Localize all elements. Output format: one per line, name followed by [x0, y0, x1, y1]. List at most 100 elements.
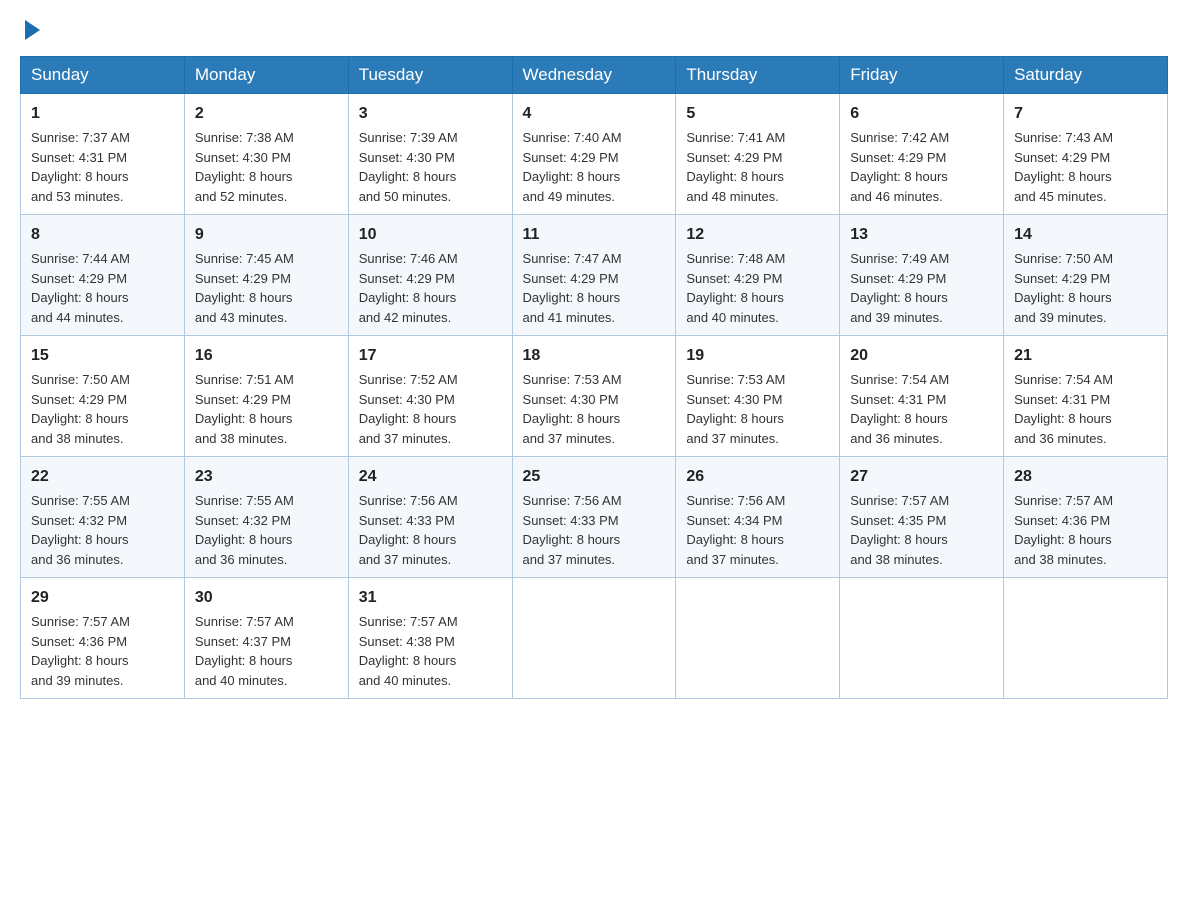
- calendar-week-row: 22 Sunrise: 7:55 AM Sunset: 4:32 PM Dayl…: [21, 457, 1168, 578]
- day-daylight: Daylight: 8 hours and 52 minutes.: [195, 169, 293, 204]
- calendar-cell: [676, 578, 840, 699]
- calendar-cell: 2 Sunrise: 7:38 AM Sunset: 4:30 PM Dayli…: [184, 94, 348, 215]
- header-tuesday: Tuesday: [348, 57, 512, 94]
- day-sunset: Sunset: 4:32 PM: [31, 513, 127, 528]
- day-number: 13: [850, 223, 993, 247]
- day-sunrise: Sunrise: 7:43 AM: [1014, 130, 1113, 145]
- calendar-cell: 7 Sunrise: 7:43 AM Sunset: 4:29 PM Dayli…: [1004, 94, 1168, 215]
- day-sunset: Sunset: 4:36 PM: [1014, 513, 1110, 528]
- day-sunrise: Sunrise: 7:54 AM: [1014, 372, 1113, 387]
- calendar-cell: 14 Sunrise: 7:50 AM Sunset: 4:29 PM Dayl…: [1004, 215, 1168, 336]
- day-daylight: Daylight: 8 hours and 39 minutes.: [850, 290, 948, 325]
- calendar-cell: 10 Sunrise: 7:46 AM Sunset: 4:29 PM Dayl…: [348, 215, 512, 336]
- header-friday: Friday: [840, 57, 1004, 94]
- calendar-cell: [1004, 578, 1168, 699]
- calendar-cell: 9 Sunrise: 7:45 AM Sunset: 4:29 PM Dayli…: [184, 215, 348, 336]
- day-sunrise: Sunrise: 7:41 AM: [686, 130, 785, 145]
- day-sunrise: Sunrise: 7:55 AM: [31, 493, 130, 508]
- day-number: 24: [359, 465, 502, 489]
- day-daylight: Daylight: 8 hours and 38 minutes.: [31, 411, 129, 446]
- day-daylight: Daylight: 8 hours and 37 minutes.: [359, 532, 457, 567]
- day-number: 29: [31, 586, 174, 610]
- calendar-cell: 5 Sunrise: 7:41 AM Sunset: 4:29 PM Dayli…: [676, 94, 840, 215]
- day-daylight: Daylight: 8 hours and 36 minutes.: [1014, 411, 1112, 446]
- day-sunset: Sunset: 4:30 PM: [359, 392, 455, 407]
- day-sunset: Sunset: 4:30 PM: [686, 392, 782, 407]
- day-sunrise: Sunrise: 7:57 AM: [1014, 493, 1113, 508]
- day-number: 5: [686, 102, 829, 126]
- day-sunset: Sunset: 4:29 PM: [850, 150, 946, 165]
- calendar-cell: [512, 578, 676, 699]
- day-daylight: Daylight: 8 hours and 39 minutes.: [31, 653, 129, 688]
- calendar-week-row: 15 Sunrise: 7:50 AM Sunset: 4:29 PM Dayl…: [21, 336, 1168, 457]
- day-number: 6: [850, 102, 993, 126]
- day-sunrise: Sunrise: 7:49 AM: [850, 251, 949, 266]
- day-sunset: Sunset: 4:29 PM: [523, 150, 619, 165]
- day-number: 2: [195, 102, 338, 126]
- day-daylight: Daylight: 8 hours and 44 minutes.: [31, 290, 129, 325]
- day-number: 14: [1014, 223, 1157, 247]
- day-daylight: Daylight: 8 hours and 38 minutes.: [1014, 532, 1112, 567]
- day-daylight: Daylight: 8 hours and 45 minutes.: [1014, 169, 1112, 204]
- calendar-cell: 24 Sunrise: 7:56 AM Sunset: 4:33 PM Dayl…: [348, 457, 512, 578]
- day-sunrise: Sunrise: 7:48 AM: [686, 251, 785, 266]
- day-sunset: Sunset: 4:30 PM: [359, 150, 455, 165]
- calendar-cell: 1 Sunrise: 7:37 AM Sunset: 4:31 PM Dayli…: [21, 94, 185, 215]
- day-sunset: Sunset: 4:34 PM: [686, 513, 782, 528]
- calendar-cell: 31 Sunrise: 7:57 AM Sunset: 4:38 PM Dayl…: [348, 578, 512, 699]
- calendar-cell: 4 Sunrise: 7:40 AM Sunset: 4:29 PM Dayli…: [512, 94, 676, 215]
- day-sunset: Sunset: 4:29 PM: [31, 271, 127, 286]
- day-daylight: Daylight: 8 hours and 36 minutes.: [850, 411, 948, 446]
- day-number: 7: [1014, 102, 1157, 126]
- day-sunrise: Sunrise: 7:38 AM: [195, 130, 294, 145]
- calendar-cell: 15 Sunrise: 7:50 AM Sunset: 4:29 PM Dayl…: [21, 336, 185, 457]
- header-thursday: Thursday: [676, 57, 840, 94]
- day-daylight: Daylight: 8 hours and 43 minutes.: [195, 290, 293, 325]
- day-daylight: Daylight: 8 hours and 36 minutes.: [195, 532, 293, 567]
- logo-arrow-icon: [25, 20, 40, 40]
- calendar-cell: 19 Sunrise: 7:53 AM Sunset: 4:30 PM Dayl…: [676, 336, 840, 457]
- day-sunrise: Sunrise: 7:53 AM: [523, 372, 622, 387]
- day-daylight: Daylight: 8 hours and 53 minutes.: [31, 169, 129, 204]
- day-sunrise: Sunrise: 7:44 AM: [31, 251, 130, 266]
- day-sunset: Sunset: 4:31 PM: [850, 392, 946, 407]
- day-sunrise: Sunrise: 7:56 AM: [359, 493, 458, 508]
- day-sunset: Sunset: 4:30 PM: [523, 392, 619, 407]
- calendar-table: SundayMondayTuesdayWednesdayThursdayFrid…: [20, 56, 1168, 699]
- calendar-cell: 6 Sunrise: 7:42 AM Sunset: 4:29 PM Dayli…: [840, 94, 1004, 215]
- day-number: 22: [31, 465, 174, 489]
- day-daylight: Daylight: 8 hours and 37 minutes.: [523, 532, 621, 567]
- calendar-cell: 17 Sunrise: 7:52 AM Sunset: 4:30 PM Dayl…: [348, 336, 512, 457]
- day-number: 31: [359, 586, 502, 610]
- calendar-cell: 28 Sunrise: 7:57 AM Sunset: 4:36 PM Dayl…: [1004, 457, 1168, 578]
- day-number: 15: [31, 344, 174, 368]
- day-number: 1: [31, 102, 174, 126]
- day-daylight: Daylight: 8 hours and 49 minutes.: [523, 169, 621, 204]
- day-number: 28: [1014, 465, 1157, 489]
- day-number: 3: [359, 102, 502, 126]
- day-daylight: Daylight: 8 hours and 48 minutes.: [686, 169, 784, 204]
- day-number: 10: [359, 223, 502, 247]
- day-sunrise: Sunrise: 7:50 AM: [1014, 251, 1113, 266]
- day-daylight: Daylight: 8 hours and 42 minutes.: [359, 290, 457, 325]
- day-sunset: Sunset: 4:29 PM: [195, 271, 291, 286]
- calendar-cell: 8 Sunrise: 7:44 AM Sunset: 4:29 PM Dayli…: [21, 215, 185, 336]
- day-sunset: Sunset: 4:32 PM: [195, 513, 291, 528]
- day-sunset: Sunset: 4:37 PM: [195, 634, 291, 649]
- day-daylight: Daylight: 8 hours and 37 minutes.: [686, 411, 784, 446]
- day-number: 4: [523, 102, 666, 126]
- day-daylight: Daylight: 8 hours and 37 minutes.: [359, 411, 457, 446]
- day-sunrise: Sunrise: 7:57 AM: [195, 614, 294, 629]
- day-sunset: Sunset: 4:29 PM: [195, 392, 291, 407]
- day-daylight: Daylight: 8 hours and 38 minutes.: [850, 532, 948, 567]
- day-daylight: Daylight: 8 hours and 37 minutes.: [686, 532, 784, 567]
- day-number: 23: [195, 465, 338, 489]
- day-daylight: Daylight: 8 hours and 39 minutes.: [1014, 290, 1112, 325]
- header-wednesday: Wednesday: [512, 57, 676, 94]
- day-sunrise: Sunrise: 7:50 AM: [31, 372, 130, 387]
- day-sunrise: Sunrise: 7:42 AM: [850, 130, 949, 145]
- calendar-cell: 25 Sunrise: 7:56 AM Sunset: 4:33 PM Dayl…: [512, 457, 676, 578]
- calendar-header-row: SundayMondayTuesdayWednesdayThursdayFrid…: [21, 57, 1168, 94]
- calendar-week-row: 1 Sunrise: 7:37 AM Sunset: 4:31 PM Dayli…: [21, 94, 1168, 215]
- day-sunrise: Sunrise: 7:52 AM: [359, 372, 458, 387]
